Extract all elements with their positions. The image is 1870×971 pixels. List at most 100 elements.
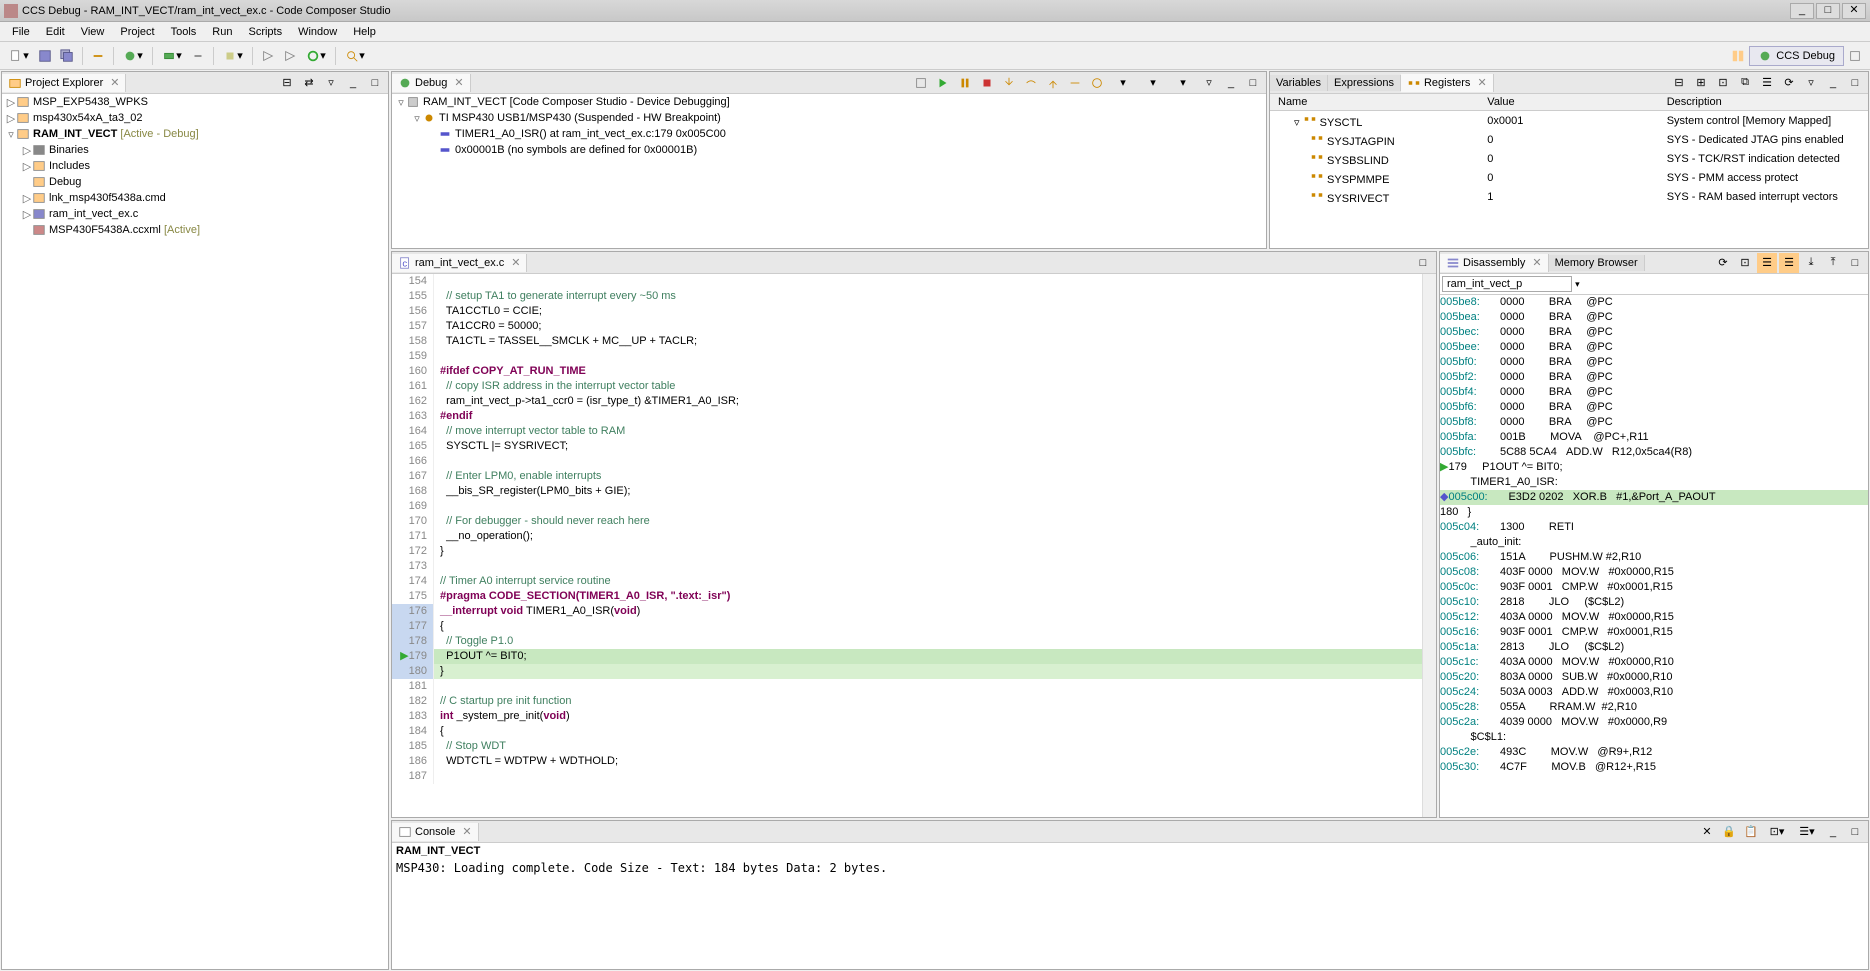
maximize-view-button[interactable]: □: [1845, 822, 1865, 842]
step-into-button[interactable]: [999, 73, 1019, 93]
refresh-button[interactable]: ▾: [302, 46, 330, 66]
tree-item[interactable]: ▷ram_int_vect_ex.c: [2, 206, 388, 222]
code-editor[interactable]: 154155 // setup TA1 to generate interrup…: [392, 274, 1422, 817]
close-button[interactable]: ✕: [1842, 3, 1866, 19]
view-menu-button[interactable]: ▿: [321, 73, 341, 93]
debug-tree-item[interactable]: ▿RAM_INT_VECT [Code Composer Studio - De…: [392, 94, 1266, 110]
close-icon[interactable]: ✕: [1477, 76, 1486, 89]
minimize-view-button[interactable]: _: [1221, 73, 1241, 93]
search-button[interactable]: ▾: [341, 46, 369, 66]
expressions-tab[interactable]: Expressions: [1328, 75, 1401, 91]
menu-tools[interactable]: Tools: [163, 24, 205, 40]
disassembly-address-input[interactable]: [1442, 276, 1572, 292]
new-button[interactable]: ▾: [5, 46, 33, 66]
disasm-tb-1[interactable]: ⟳: [1713, 253, 1733, 273]
menu-run[interactable]: Run: [204, 24, 240, 40]
debug-menu-1[interactable]: ▾: [1109, 73, 1137, 93]
tree-item[interactable]: ▷MSP_EXP5438_WPKS: [2, 94, 388, 110]
minimize-view-button[interactable]: _: [1823, 73, 1843, 93]
restart-button[interactable]: [1087, 73, 1107, 93]
register-row[interactable]: ▿ SYSCTL0x0001System control [Memory Map…: [1270, 111, 1868, 131]
flash-button[interactable]: ▾: [158, 46, 186, 66]
save-all-button[interactable]: [57, 46, 77, 66]
build-button[interactable]: ▾: [219, 46, 247, 66]
debug-tab[interactable]: Debug ✕: [392, 74, 471, 92]
registers-table[interactable]: Name Value Description ▿ SYSCTL0x0001Sys…: [1270, 94, 1868, 248]
view-menu-button[interactable]: ▿: [1801, 73, 1821, 93]
step-return-button[interactable]: [1043, 73, 1063, 93]
link-editor-button[interactable]: ⇄: [299, 73, 319, 93]
step-over-button[interactable]: [1021, 73, 1041, 93]
minimize-button[interactable]: _: [1790, 3, 1814, 19]
menu-scripts[interactable]: Scripts: [240, 24, 290, 40]
memory-browser-tab[interactable]: Memory Browser: [1549, 255, 1645, 271]
disasm-tb-5[interactable]: ⤓: [1801, 253, 1821, 273]
tree-item[interactable]: MSP430F5438A.ccxml [Active]: [2, 222, 388, 238]
register-row[interactable]: SYSPMMPE0SYS - PMM access protect: [1270, 168, 1868, 187]
disassembly-view[interactable]: 005be8: 0000 BRA @PC 005bea: 0000 BRA @P…: [1440, 295, 1868, 817]
minimize-view-button[interactable]: _: [343, 73, 363, 93]
tree-item[interactable]: ▷Binaries: [2, 142, 388, 158]
menu-file[interactable]: File: [4, 24, 38, 40]
suspend-button[interactable]: [955, 73, 975, 93]
reg-tb-6[interactable]: ⟳: [1779, 73, 1799, 93]
debug-tree-item[interactable]: TIMER1_A0_ISR() at ram_int_vect_ex.c:179…: [392, 126, 1266, 142]
console-tb-1[interactable]: ✕: [1697, 822, 1717, 842]
overview-ruler[interactable]: [1422, 274, 1436, 817]
close-icon[interactable]: ✕: [462, 825, 471, 838]
connect-button[interactable]: [88, 46, 108, 66]
open-perspective-button[interactable]: [1728, 46, 1748, 66]
maximize-view-button[interactable]: □: [1845, 253, 1865, 273]
debug-tree[interactable]: ▿RAM_INT_VECT [Code Composer Studio - De…: [392, 94, 1266, 248]
disassembly-tab[interactable]: Disassembly ✕: [1440, 254, 1549, 272]
close-icon[interactable]: ✕: [110, 76, 119, 89]
console-tb-4[interactable]: ⊡▾: [1763, 822, 1791, 842]
resume-button[interactable]: [933, 73, 953, 93]
console-tb-5[interactable]: ☰▾: [1793, 822, 1821, 842]
project-explorer-tab[interactable]: Project Explorer ✕: [2, 74, 126, 92]
disasm-tb-3[interactable]: ☰: [1757, 253, 1777, 273]
debug-menu-2[interactable]: ▾: [1139, 73, 1167, 93]
close-icon[interactable]: ✕: [1532, 256, 1541, 269]
disasm-tb-6[interactable]: ⤒: [1823, 253, 1843, 273]
menu-window[interactable]: Window: [290, 24, 345, 40]
reg-tb-5[interactable]: ☰: [1757, 73, 1777, 93]
terminate-button[interactable]: [977, 73, 997, 93]
console-tb-2[interactable]: 🔒: [1719, 822, 1739, 842]
debug-menu-3[interactable]: ▾: [1169, 73, 1197, 93]
reg-tb-4[interactable]: ⧉: [1735, 73, 1755, 93]
disasm-tb-4[interactable]: ☰: [1779, 253, 1799, 273]
debug-tb-1[interactable]: [911, 73, 931, 93]
tree-item[interactable]: ▷msp430x54xA_ta3_02: [2, 110, 388, 126]
console-tab[interactable]: Console ✕: [392, 823, 479, 841]
console-tb-3[interactable]: 📋: [1741, 822, 1761, 842]
reg-tb-2[interactable]: ⊞: [1691, 73, 1711, 93]
step-asm-button[interactable]: [1065, 73, 1085, 93]
link-button[interactable]: [188, 46, 208, 66]
tree-item[interactable]: ▿RAM_INT_VECT [Active - Debug]: [2, 126, 388, 142]
disasm-tb-2[interactable]: ⊡: [1735, 253, 1755, 273]
collapse-all-button[interactable]: ⊟: [277, 73, 297, 93]
menu-edit[interactable]: Edit: [38, 24, 73, 40]
registers-tab[interactable]: Registers ✕: [1401, 74, 1494, 92]
ccs-debug-perspective[interactable]: CCS Debug: [1749, 46, 1844, 66]
maximize-button[interactable]: □: [1816, 3, 1840, 19]
close-icon[interactable]: ✕: [511, 256, 520, 269]
step-1-button[interactable]: [258, 46, 278, 66]
other-perspective-button[interactable]: [1845, 46, 1865, 66]
tree-item[interactable]: Debug: [2, 174, 388, 190]
project-explorer-tree[interactable]: ▷MSP_EXP5438_WPKS▷msp430x54xA_ta3_02▿RAM…: [2, 94, 388, 969]
tree-item[interactable]: ▷lnk_msp430f5438a.cmd: [2, 190, 388, 206]
minimize-view-button[interactable]: _: [1823, 822, 1843, 842]
close-icon[interactable]: ✕: [454, 76, 463, 89]
maximize-view-button[interactable]: □: [1845, 73, 1865, 93]
maximize-view-button[interactable]: □: [1243, 73, 1263, 93]
debug-button[interactable]: ▾: [119, 46, 147, 66]
debug-tree-item[interactable]: 0x00001B (no symbols are defined for 0x0…: [392, 142, 1266, 158]
editor-file-tab[interactable]: c ram_int_vect_ex.c ✕: [392, 254, 527, 272]
step-2-button[interactable]: [280, 46, 300, 66]
reg-tb-1[interactable]: ⊟: [1669, 73, 1689, 93]
maximize-view-button[interactable]: □: [365, 73, 385, 93]
menu-project[interactable]: Project: [112, 24, 162, 40]
register-row[interactable]: SYSJTAGPIN0SYS - Dedicated JTAG pins ena…: [1270, 130, 1868, 149]
